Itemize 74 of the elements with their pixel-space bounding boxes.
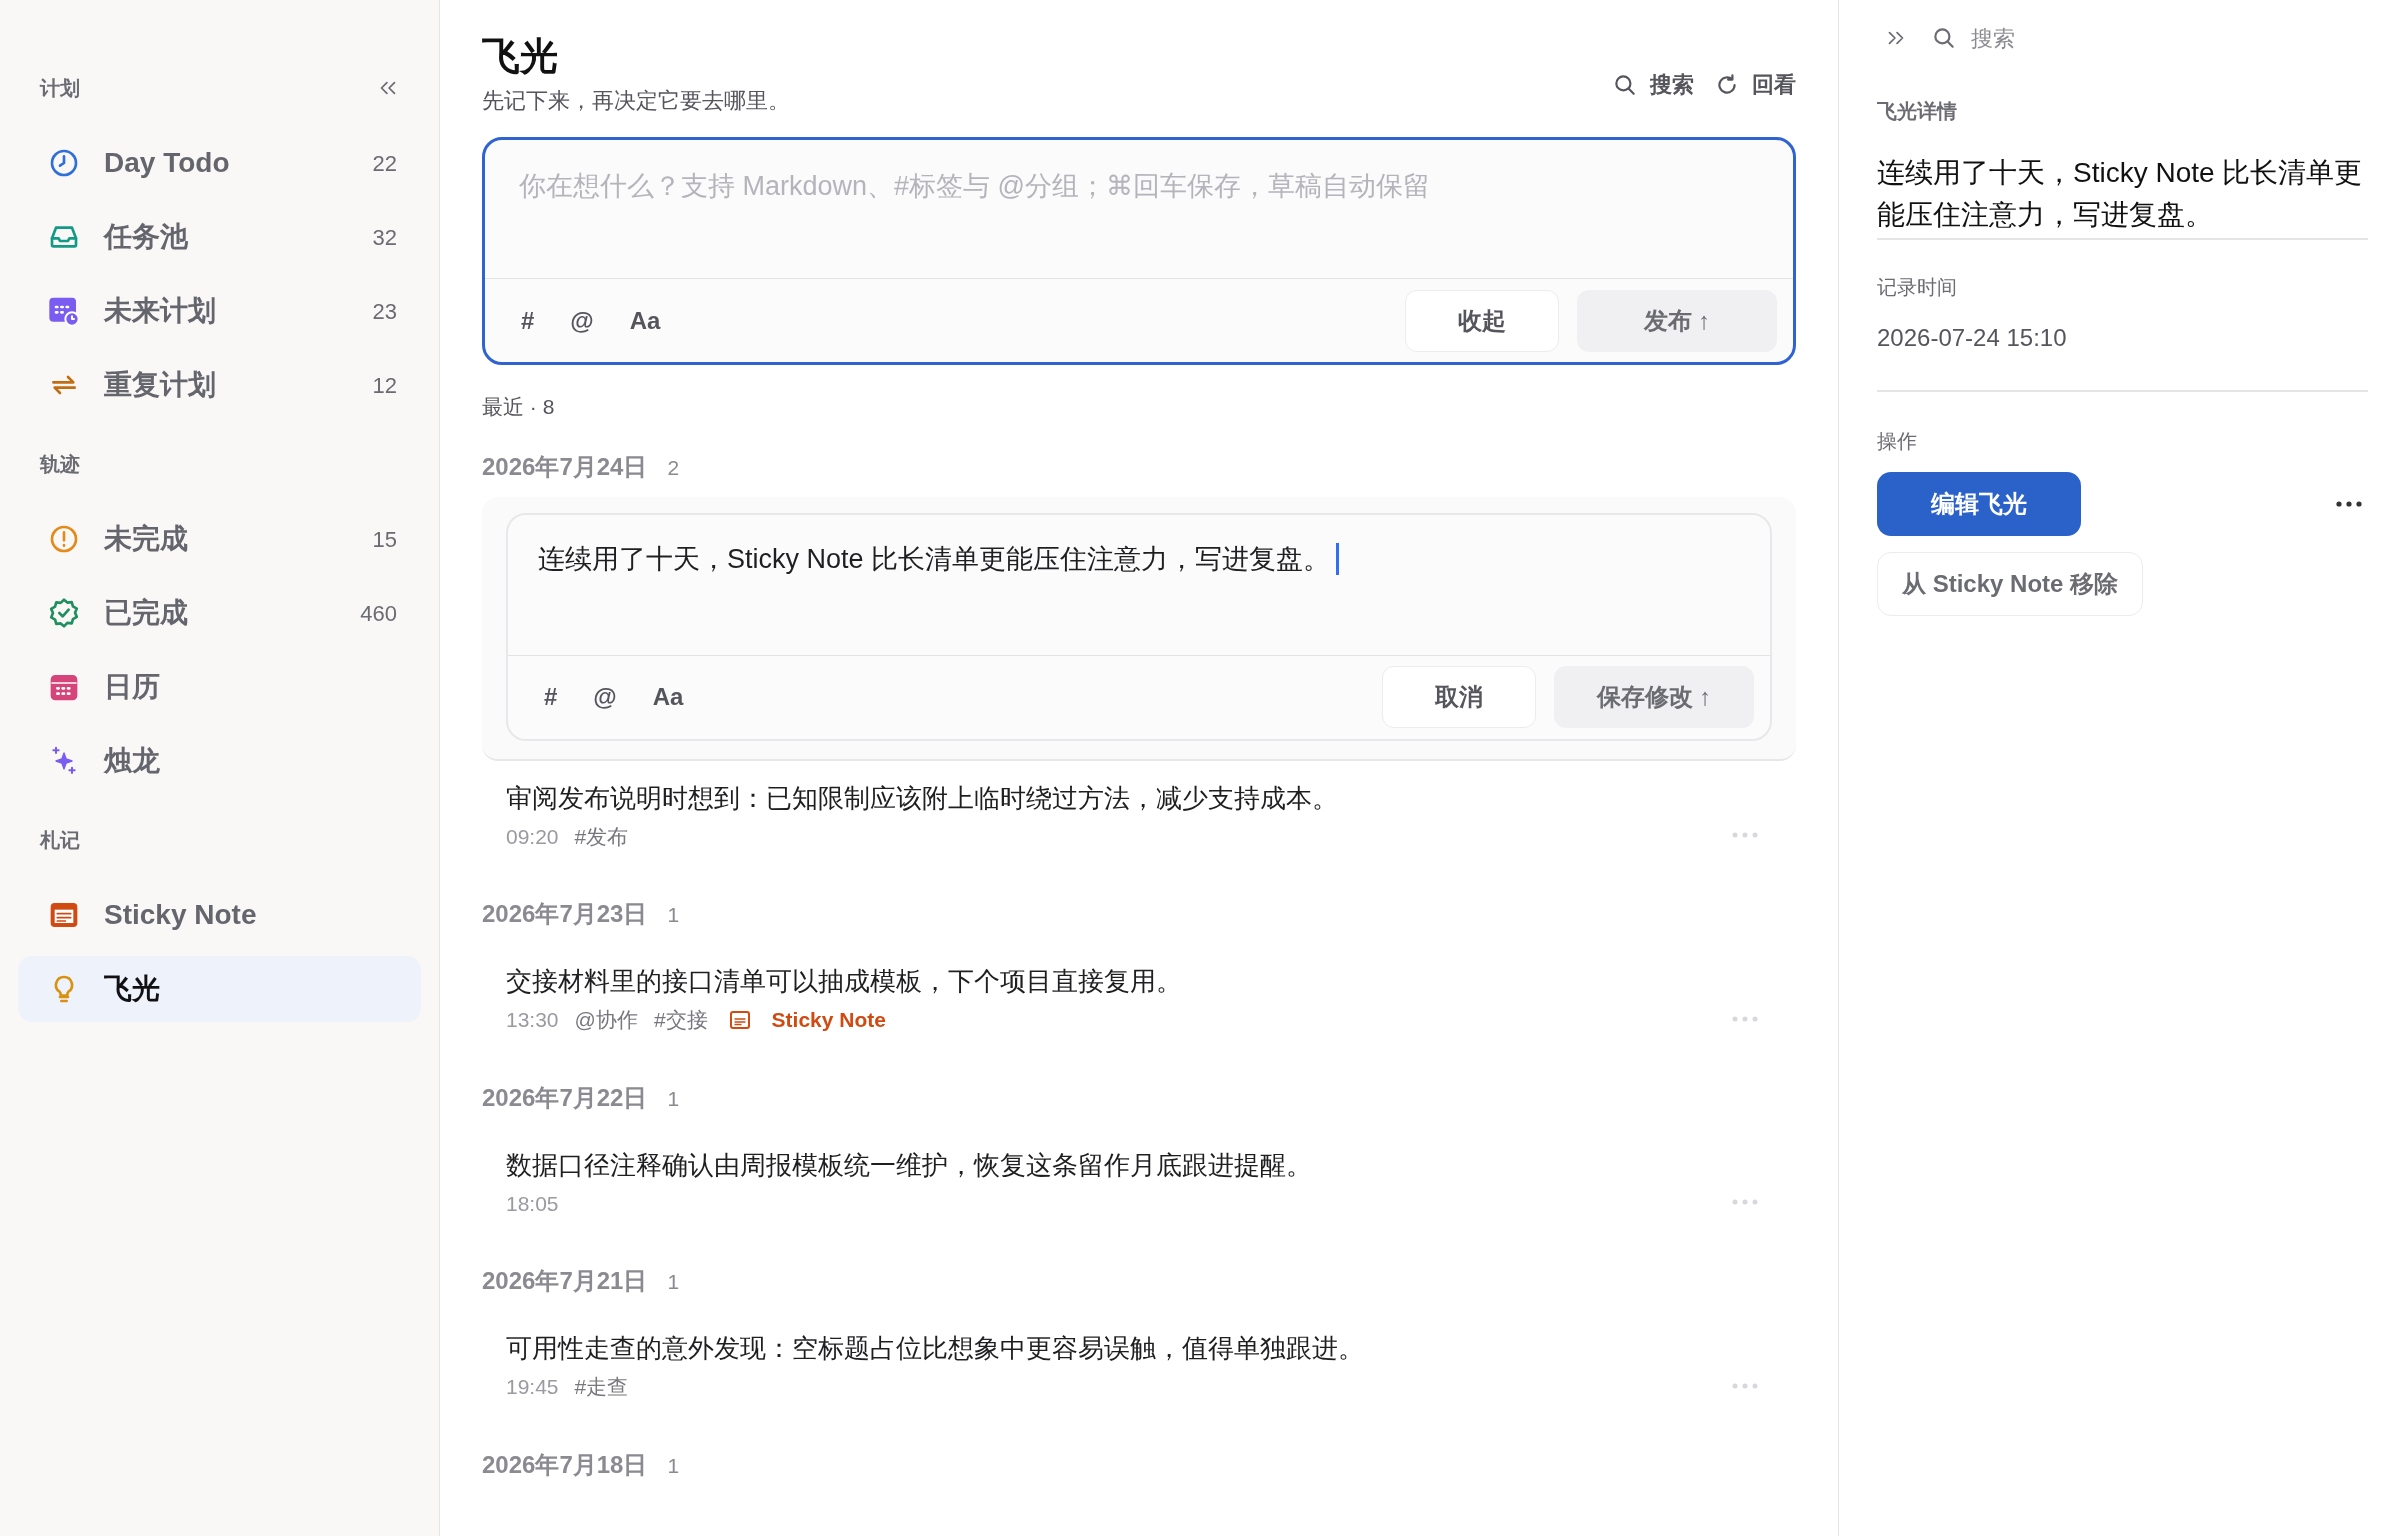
note-text: 数据口径注释确认由周报模板统一维护，恢复这条留作月底跟进提醒。	[506, 1148, 1313, 1182]
tag-label[interactable]: #发布	[574, 820, 629, 852]
count-label: 1	[667, 1269, 680, 1295]
page-subtitle: 先记下来，再决定它要去哪里。	[482, 87, 790, 115]
note-composer[interactable]: 你在想什么？支持 Markdown、#标签与 @分组；⌘回车保存，草稿自动保留 # @ Aa 收起 发布 ↑	[482, 137, 1796, 365]
calendar-icon	[48, 295, 80, 327]
submit-button[interactable]: 发布 ↑	[1577, 289, 1777, 352]
section-heading: 飞光详情	[1877, 99, 1958, 124]
sidebar-item[interactable]: 未来计划 23	[18, 278, 421, 344]
count-label: 23	[372, 297, 397, 326]
count-label: 15	[372, 525, 397, 554]
tag-label[interactable]: @协作	[574, 1004, 638, 1036]
tag-label[interactable]: #走查	[574, 1371, 629, 1403]
sidebar-item[interactable]: 已完成 460	[18, 580, 421, 646]
time-label: 09:20	[506, 823, 559, 850]
time-label: 19:45	[506, 1374, 559, 1400]
remove-button[interactable]: 从 Sticky Note 移除	[1877, 552, 2144, 616]
format-button[interactable]: Aa	[652, 679, 684, 715]
time-label: 18:05	[506, 1190, 559, 1217]
tag-label[interactable]: #交接	[653, 1004, 708, 1036]
format-button[interactable]: @	[570, 302, 594, 339]
sidebar-item[interactable]: Day Todo 22	[18, 130, 421, 196]
section-heading: 札记	[40, 828, 80, 853]
note-link[interactable]: Sticky Note	[771, 1004, 886, 1036]
time-label: 13:30	[506, 1007, 559, 1033]
edit-button[interactable]: 编辑飞光	[1877, 472, 2081, 536]
sidebar-item[interactable]: 日历	[18, 654, 421, 720]
sidebar-item[interactable]: 飞光	[18, 956, 421, 1022]
count-label: 2	[667, 454, 680, 481]
alert-icon	[48, 523, 80, 555]
sidebar-item[interactable]: 重复计划 12	[18, 352, 421, 418]
count-label: 22	[372, 149, 397, 178]
search-field[interactable]: 搜索	[1971, 21, 2271, 55]
search-icon	[1931, 25, 1957, 51]
more-icon[interactable]	[2336, 501, 2362, 507]
sidebar-item[interactable]: 未完成 15	[18, 506, 421, 572]
section-heading: 操作	[1877, 429, 1918, 454]
section-heading: 计划	[40, 76, 80, 101]
review-button[interactable]: 回看	[1714, 68, 1796, 101]
count-label: 1	[667, 1452, 680, 1479]
count-label: 460	[360, 599, 397, 628]
count-label: 12	[372, 371, 397, 400]
sidebar-item[interactable]: Sticky Note	[18, 882, 421, 948]
note-text: 可用性走查的意外发现：空标题占位比想象中更容易误触，值得单独跟进。	[506, 1332, 1365, 1365]
clock-icon	[48, 147, 80, 179]
cancel-button[interactable]: 收起	[1405, 289, 1559, 352]
page-title: 飞光	[482, 34, 559, 79]
editing-text[interactable]: 连续用了十天，Sticky Note 比长清单更能压住注意力，写进复盘。	[538, 538, 1331, 579]
format-button[interactable]: #	[521, 302, 535, 339]
format-button[interactable]: Aa	[629, 302, 661, 339]
recent-count: 最近 · 8	[482, 394, 556, 420]
date-heading: 2026年7月21日	[482, 1266, 648, 1296]
count-label: 32	[372, 223, 397, 252]
badge-check-icon	[48, 597, 80, 629]
section-heading: 轨迹	[40, 452, 80, 477]
date-heading: 2026年7月18日	[482, 1449, 648, 1480]
search-button[interactable]: 搜索	[1612, 68, 1694, 101]
text-cursor	[1336, 542, 1340, 575]
submit-button[interactable]: 保存修改 ↑	[1554, 666, 1754, 728]
sidebar-item[interactable]: 烛龙	[18, 728, 421, 794]
count-label: 1	[667, 1085, 680, 1112]
date-heading: 2026年7月22日	[482, 1082, 648, 1113]
time-value: 2026-07-24 15:10	[1877, 323, 2068, 353]
format-button[interactable]: @	[593, 679, 617, 715]
note-text: 审阅发布说明时想到：已知限制应该附上临时绕过方法，减少支持成本。	[506, 781, 1339, 815]
cancel-button[interactable]: 取消	[1382, 666, 1536, 728]
note-text: 交接材料里的接口清单可以抽成模板，下个项目直接复用。	[506, 965, 1183, 998]
sidebar-item[interactable]: 任务池 32	[18, 204, 421, 270]
detail-text[interactable]: 连续用了十天，Sticky Note 比长清单更能压住注意力，写进复盘。	[1877, 152, 2368, 240]
field-label: 记录时间	[1877, 275, 1958, 300]
format-button[interactable]: #	[544, 679, 558, 715]
count-label: 1	[667, 902, 680, 928]
date-heading: 2026年7月24日	[482, 451, 648, 482]
date-heading: 2026年7月23日	[482, 899, 648, 929]
